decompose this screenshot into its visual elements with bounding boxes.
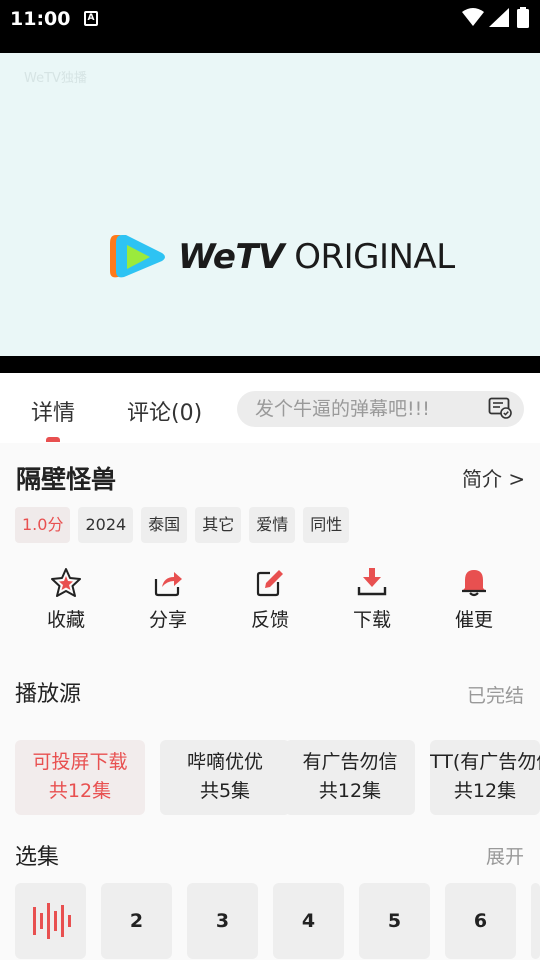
favorite-label: 收藏 [46,609,85,631]
source-item[interactable]: 哔嘀优优 共5集 [160,740,290,815]
source-name: 有广告勿信 [302,751,398,773]
episode-item-partial[interactable] [531,883,540,959]
source-item[interactable]: 可投屏下载 共12集 [15,740,145,815]
source-count: 共12集 [318,780,382,802]
danmu-box [237,391,524,427]
source-section-title: 播放源 [15,682,82,707]
source-count: 共12集 [453,780,517,802]
source-name: 哔嘀优优 [186,751,263,773]
source-name: 可投屏下载 [32,751,128,773]
region-tag: 泰国 [141,507,188,543]
source-item[interactable]: 有广告勿信 共12集 [285,740,415,815]
urge-update-label: 催更 [454,609,493,631]
tag-list: 1.0分 2024 泰国 其它 爱情 同性 [15,507,350,543]
episode-item[interactable]: 5 [359,883,430,959]
wetv-original-logo: WeTV ORIGINAL [178,237,455,277]
status-time: 11:00 [10,8,71,30]
intro-link[interactable]: 简介 > [462,463,525,492]
tab-comments[interactable]: 评论(0) [127,395,202,427]
edit-icon [256,570,283,597]
details-content: 隔壁怪兽 简介 > 1.0分 2024 泰国 其它 爱情 同性 收藏 分享 反馈… [0,443,540,960]
star-icon [51,568,81,597]
signal-icon [489,8,509,27]
tab-details[interactable]: 详情 [31,395,75,427]
danmu-settings-icon[interactable] [488,397,512,419]
battery-icon [517,7,529,28]
expand-episodes-link[interactable]: 展开 [486,842,524,869]
video-bottom-bar [0,356,540,373]
episode-item[interactable]: 6 [445,883,516,959]
tab-bar: 详情 评论(0) [0,373,540,443]
wifi-icon [462,8,484,26]
genre-tag: 爱情 [249,507,296,543]
share-label: 分享 [148,609,187,631]
show-title: 隔壁怪兽 [16,465,117,494]
feedback-button[interactable]: 反馈 [230,567,310,632]
favorite-button[interactable]: 收藏 [26,567,106,632]
episode-item[interactable]: 3 [187,883,258,959]
danmu-input[interactable] [237,391,477,427]
action-bar: 收藏 分享 反馈 下载 催更 [0,567,540,637]
source-count: 共5集 [199,780,251,802]
source-item[interactable]: TT(有广告勿信) 共12集 [430,740,540,815]
episode-section-title: 选集 [15,845,60,870]
bell-icon [462,570,486,597]
genre-tag: 同性 [303,507,350,543]
download-button[interactable]: 下载 [332,567,412,632]
year-tag: 2024 [78,507,134,543]
share-button[interactable]: 分享 [128,567,208,632]
wetv-play-logo-icon [110,235,165,278]
download-icon [357,568,387,596]
video-watermark: WeTV独播 [24,71,87,86]
feedback-label: 反馈 [250,609,289,631]
status-bar: 11:00 A [0,0,540,53]
share-icon [154,572,182,597]
episode-playing-item[interactable] [15,883,86,959]
tab-active-indicator [46,437,60,442]
rating-tag: 1.0分 [15,507,71,543]
urge-update-button[interactable]: 催更 [434,567,514,632]
source-name: TT(有广告勿信) [430,751,540,773]
video-player[interactable]: WeTV独播 WeTV ORIGINAL [0,53,540,356]
notification-a-icon: A [84,11,98,26]
type-tag: 其它 [195,507,242,543]
episode-item[interactable]: 4 [273,883,344,959]
playing-bars-icon [33,903,71,939]
completion-status: 已完结 [466,685,524,707]
download-label: 下载 [352,609,391,631]
episode-item[interactable]: 2 [101,883,172,959]
source-count: 共12集 [48,780,112,802]
